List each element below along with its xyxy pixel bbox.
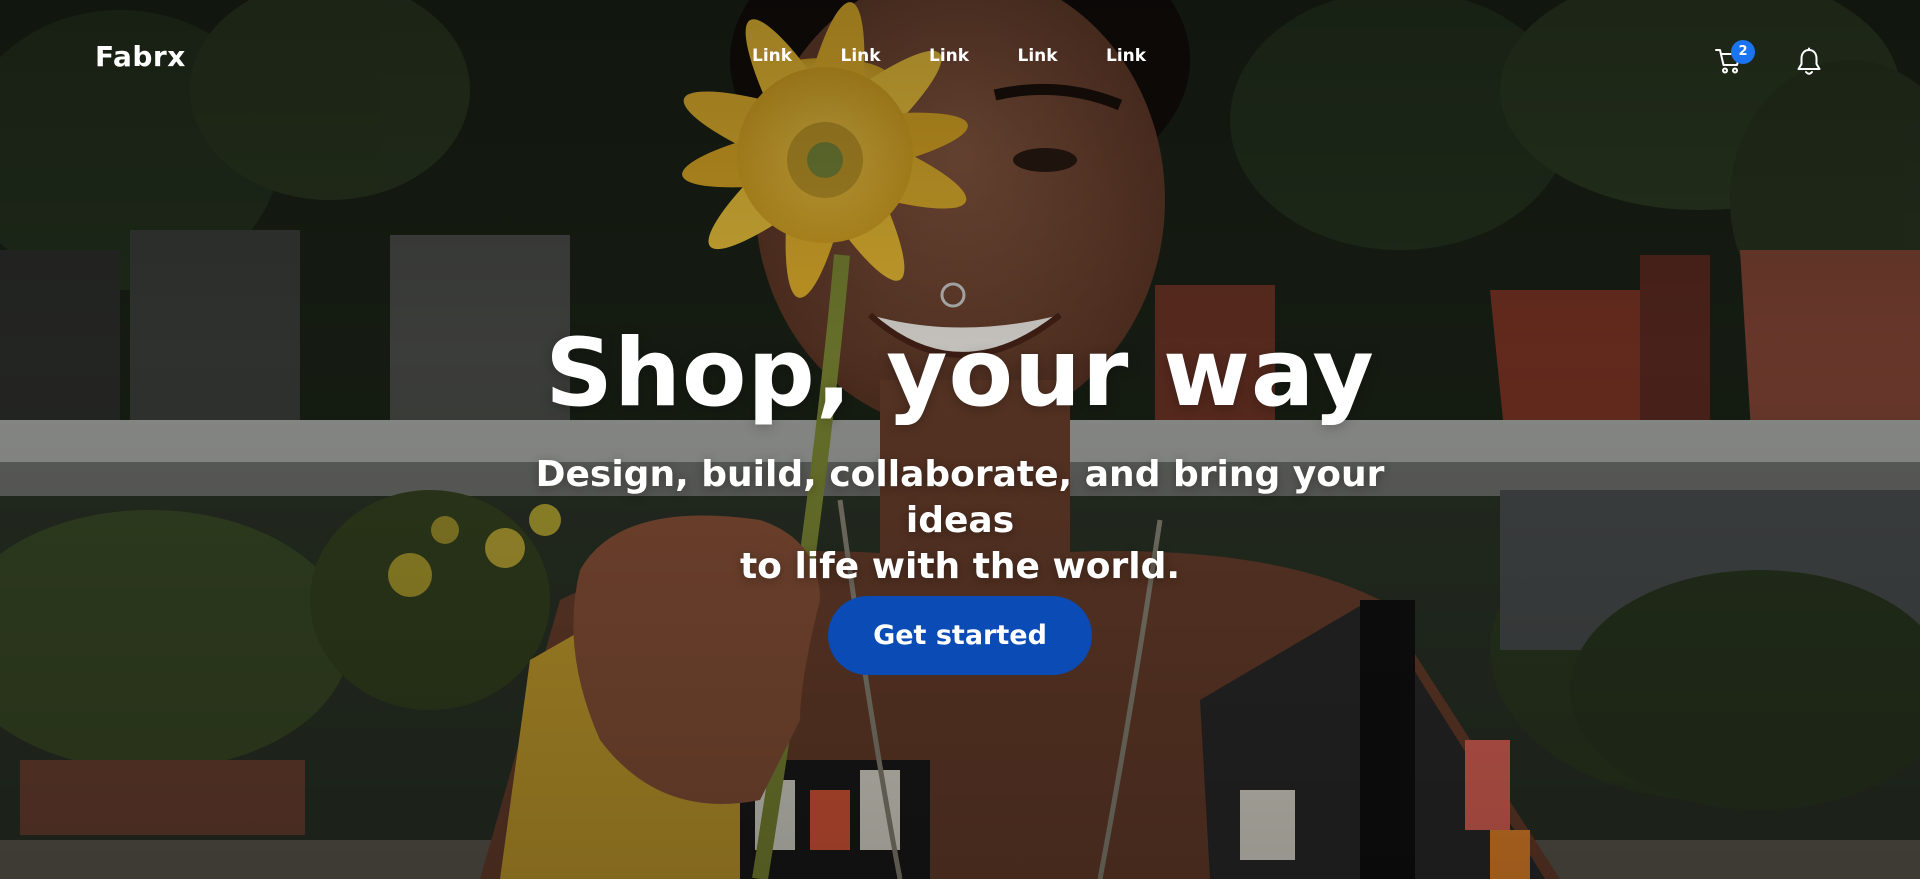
hero-title: Shop, your way [545,319,1375,428]
notifications-button[interactable] [1795,47,1823,77]
nav-link-3[interactable]: Link [929,46,1018,66]
main-nav: Link Link Link Link Link [752,46,1195,66]
cart-count-badge: 2 [1731,40,1755,64]
nav-link-4[interactable]: Link [1018,46,1107,66]
hero-section: Shop, your way Design, build, collaborat… [0,0,1920,879]
brand-logo[interactable]: Fabrx [95,40,186,73]
nav-link-5[interactable]: Link [1106,46,1195,66]
get-started-button[interactable]: Get started [828,596,1092,675]
hero-subtitle-line-1: Design, build, collaborate, and bring yo… [535,454,1385,541]
site-header: Fabrx Link Link Link Link Link 2 [0,0,1920,118]
bell-icon [1797,47,1821,75]
nav-link-1[interactable]: Link [752,46,841,66]
hero-subtitle-line-2: to life with the world. [739,546,1181,587]
nav-link-2[interactable]: Link [841,46,930,66]
hero-subtitle: Design, build, collaborate, and bring yo… [480,452,1440,590]
